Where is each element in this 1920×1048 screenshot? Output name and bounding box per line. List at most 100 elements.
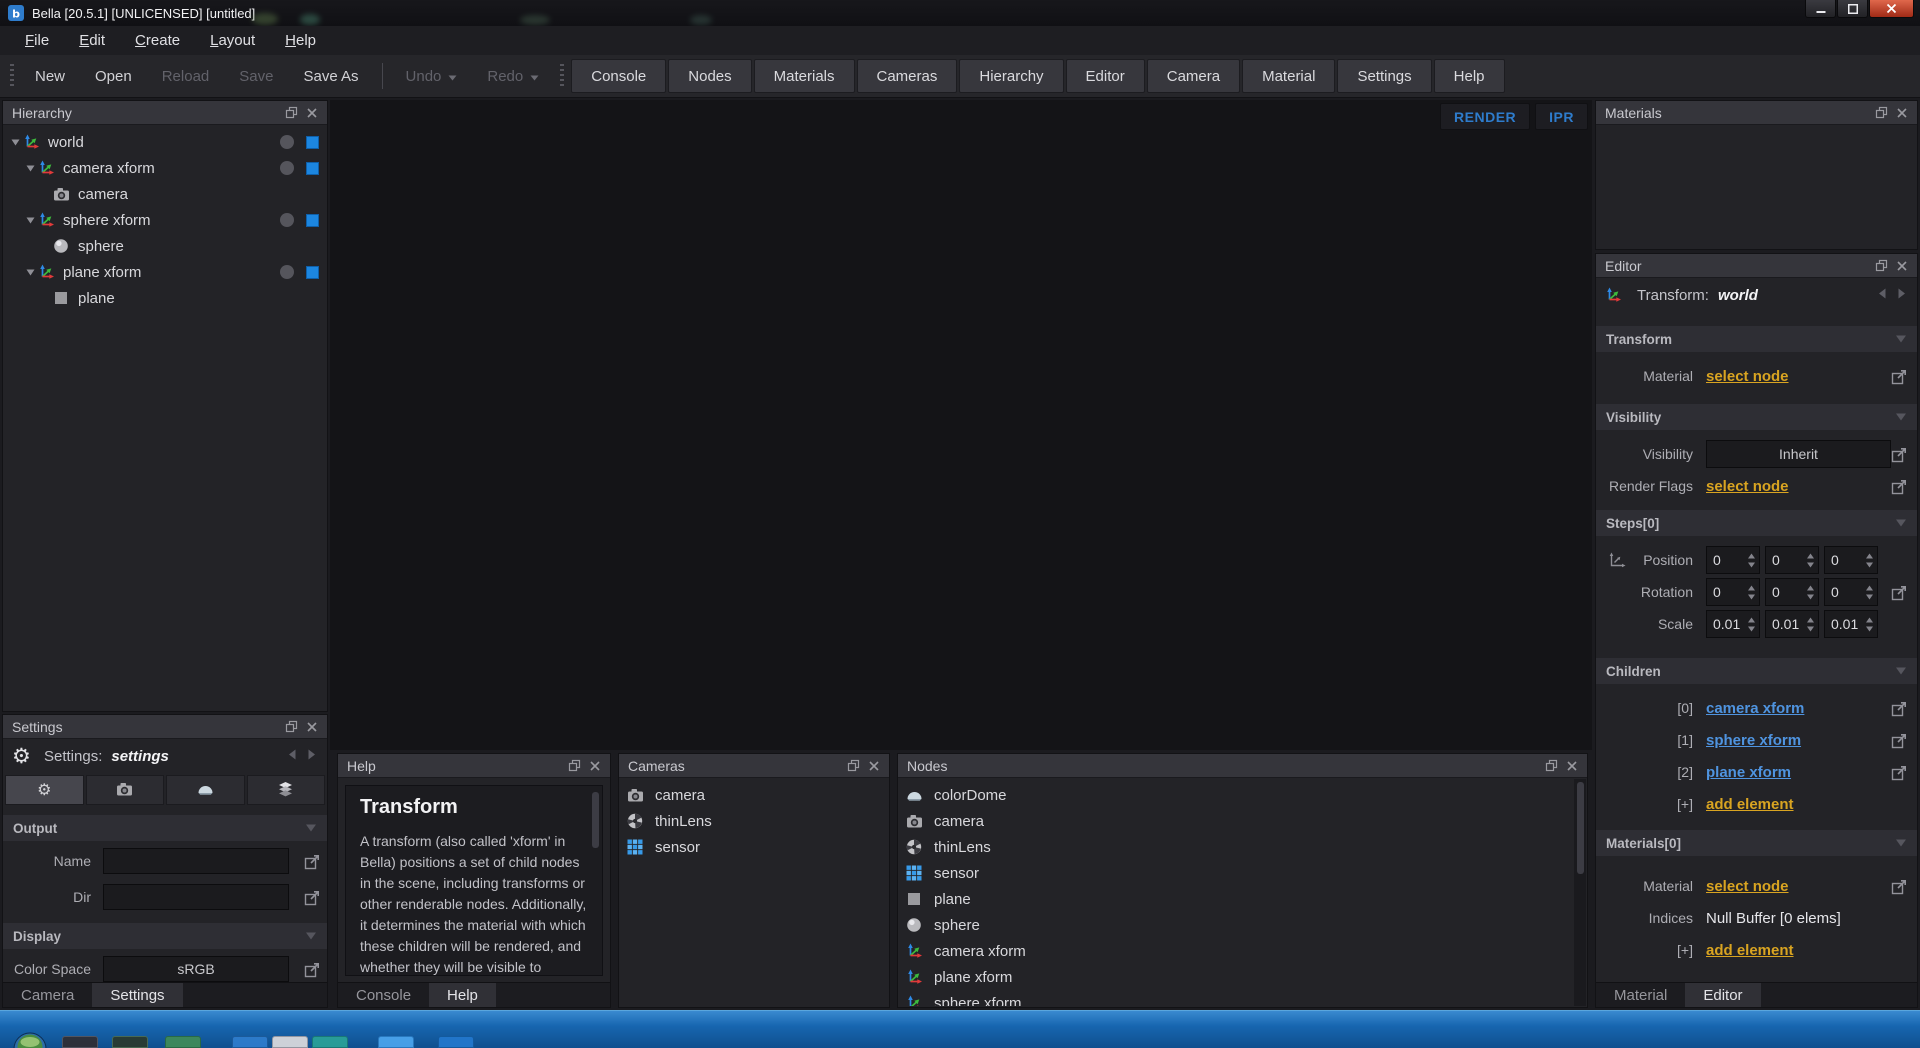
taskbar-icon[interactable] bbox=[378, 1036, 414, 1048]
taskbar-icon[interactable] bbox=[312, 1036, 348, 1048]
materials-panel-header[interactable]: Materials bbox=[1596, 101, 1917, 125]
cameras-panel-button[interactable]: Cameras bbox=[856, 59, 958, 93]
spinner-arrows-icon[interactable] bbox=[1747, 616, 1756, 633]
spinner-arrows-icon[interactable] bbox=[1806, 552, 1815, 569]
menu-create[interactable]: Create bbox=[120, 26, 195, 55]
name-input[interactable] bbox=[103, 848, 289, 874]
taskbar-icon[interactable] bbox=[112, 1036, 148, 1048]
viewport-canvas[interactable]: RENDER IPR bbox=[330, 100, 1592, 750]
list-item-camera[interactable]: camera bbox=[898, 808, 1587, 834]
tab-help[interactable]: Help bbox=[429, 983, 496, 1007]
expander-icon[interactable] bbox=[7, 139, 23, 146]
settings-panel-header[interactable]: Settings bbox=[3, 715, 327, 739]
tab-editor[interactable]: Editor bbox=[1685, 983, 1761, 1007]
section-steps[interactable]: Steps[0] bbox=[1596, 510, 1917, 536]
tree-row-camera[interactable]: camera bbox=[3, 181, 327, 207]
minimize-button[interactable] bbox=[1805, 0, 1836, 18]
float-panel-icon[interactable] bbox=[1875, 106, 1888, 119]
window-titlebar[interactable]: b Bella [20.5.1] [UNLICENSED] [untitled] bbox=[0, 0, 1920, 26]
external-link-icon[interactable] bbox=[1891, 878, 1908, 895]
close-panel-icon[interactable] bbox=[306, 107, 318, 119]
tree-row-camera-xform[interactable]: camera xform bbox=[3, 155, 327, 181]
section-output[interactable]: Output bbox=[3, 815, 327, 841]
section-visibility[interactable]: Visibility bbox=[1596, 404, 1917, 430]
tree-row-plane[interactable]: plane bbox=[3, 285, 327, 311]
spinner-arrows-icon[interactable] bbox=[1865, 616, 1874, 633]
redo-button[interactable]: Redo bbox=[472, 58, 554, 94]
section-transform[interactable]: Transform bbox=[1596, 326, 1917, 352]
expander-icon[interactable] bbox=[22, 269, 38, 276]
spinner-arrows-icon[interactable] bbox=[1747, 584, 1756, 601]
nav-forward-icon[interactable] bbox=[1896, 287, 1908, 303]
external-link-icon[interactable] bbox=[1891, 732, 1908, 749]
float-panel-icon[interactable] bbox=[1545, 759, 1558, 772]
vertical-scrollbar[interactable] bbox=[1574, 779, 1586, 1006]
menu-layout[interactable]: Layout bbox=[195, 26, 270, 55]
ipr-button[interactable]: IPR bbox=[1535, 103, 1588, 130]
tree-row-sphere[interactable]: sphere bbox=[3, 233, 327, 259]
visibility-indicator[interactable] bbox=[280, 213, 294, 227]
select-node-link[interactable]: select node bbox=[1706, 368, 1789, 385]
new-button[interactable]: New bbox=[20, 58, 80, 94]
nav-forward-icon[interactable] bbox=[306, 748, 318, 764]
spinner-arrows-icon[interactable] bbox=[1806, 584, 1815, 601]
scrollbar-thumb[interactable] bbox=[592, 792, 599, 848]
list-item-plane[interactable]: plane bbox=[898, 886, 1587, 912]
external-link-icon[interactable] bbox=[1891, 700, 1908, 717]
taskbar-icon[interactable] bbox=[165, 1036, 201, 1048]
hierarchy-panel-header[interactable]: Hierarchy bbox=[3, 101, 327, 125]
add-element-link[interactable]: add element bbox=[1706, 942, 1794, 959]
tab-settings-layers[interactable] bbox=[246, 775, 325, 805]
tree-row-world[interactable]: world bbox=[3, 129, 327, 155]
external-link-icon[interactable] bbox=[1891, 478, 1908, 495]
nodes-panel-header[interactable]: Nodes bbox=[898, 754, 1587, 778]
float-panel-icon[interactable] bbox=[285, 106, 298, 119]
close-button[interactable] bbox=[1869, 0, 1914, 18]
menu-edit[interactable]: Edit bbox=[64, 26, 120, 55]
float-panel-icon[interactable] bbox=[568, 759, 581, 772]
select-node-link[interactable]: select node bbox=[1706, 878, 1789, 895]
material-panel-button[interactable]: Material bbox=[1242, 59, 1336, 93]
list-item-camera[interactable]: camera bbox=[619, 782, 889, 808]
start-button[interactable] bbox=[12, 1031, 48, 1048]
nav-back-icon[interactable] bbox=[1876, 287, 1888, 303]
reload-button[interactable]: Reload bbox=[147, 58, 225, 94]
menu-help[interactable]: Help bbox=[270, 26, 331, 55]
nodes-panel-button[interactable]: Nodes bbox=[668, 59, 752, 93]
external-link-icon[interactable] bbox=[1891, 446, 1908, 463]
visibility-indicator[interactable] bbox=[280, 161, 294, 175]
selection-indicator[interactable] bbox=[306, 213, 319, 227]
save-as-button[interactable]: Save As bbox=[288, 58, 373, 94]
node-link-camera-xform[interactable]: camera xform bbox=[1706, 700, 1804, 717]
list-item-sphere[interactable]: sphere bbox=[898, 912, 1587, 938]
save-button[interactable]: Save bbox=[224, 58, 288, 94]
section-display[interactable]: Display bbox=[3, 923, 327, 949]
list-item-colordome[interactable]: colorDome bbox=[898, 782, 1587, 808]
tab-settings-camera[interactable] bbox=[85, 775, 164, 805]
node-link-plane-xform[interactable]: plane xform bbox=[1706, 764, 1791, 781]
visibility-dropdown[interactable]: Inherit bbox=[1706, 440, 1891, 468]
undo-button[interactable]: Undo bbox=[391, 58, 473, 94]
help-panel-button[interactable]: Help bbox=[1433, 59, 1505, 93]
render-button[interactable]: RENDER bbox=[1440, 103, 1531, 130]
tree-row-plane-xform[interactable]: plane xform bbox=[3, 259, 327, 285]
select-node-link[interactable]: select node bbox=[1706, 478, 1789, 495]
selection-indicator[interactable] bbox=[306, 265, 319, 279]
visibility-indicator[interactable] bbox=[280, 265, 294, 279]
tab-settings[interactable]: Settings bbox=[92, 983, 183, 1007]
scale-x-spinbox[interactable]: 0.01 bbox=[1706, 610, 1760, 638]
position-z-spinbox[interactable]: 0 bbox=[1824, 546, 1878, 574]
close-panel-icon[interactable] bbox=[1896, 260, 1908, 272]
list-item-sphere-xform[interactable]: sphere xform bbox=[898, 990, 1587, 1006]
hierarchy-panel-button[interactable]: Hierarchy bbox=[959, 59, 1064, 93]
tree-row-sphere-xform[interactable]: sphere xform bbox=[3, 207, 327, 233]
dir-input[interactable] bbox=[103, 884, 289, 910]
rotation-x-spinbox[interactable]: 0 bbox=[1706, 578, 1760, 606]
external-link-icon[interactable] bbox=[1891, 764, 1908, 781]
list-item-thinlens[interactable]: thinLens bbox=[898, 834, 1587, 860]
list-item-sensor[interactable]: sensor bbox=[898, 860, 1587, 886]
help-panel-header[interactable]: Help bbox=[338, 754, 610, 778]
settings-panel-button[interactable]: Settings bbox=[1337, 59, 1432, 93]
taskbar-icon[interactable] bbox=[272, 1036, 308, 1048]
position-x-spinbox[interactable]: 0 bbox=[1706, 546, 1760, 574]
